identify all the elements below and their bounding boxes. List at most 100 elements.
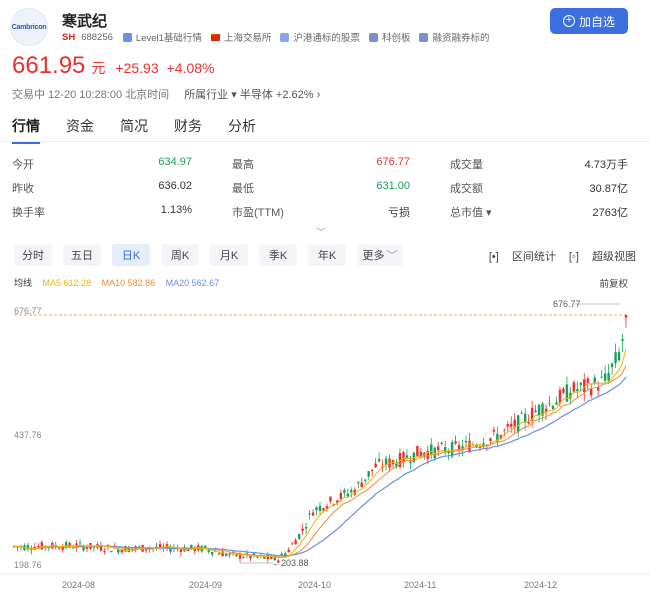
candle-down (617, 352, 621, 361)
tag-star-market[interactable]: 科创板 (368, 30, 410, 44)
ma-label: 均线 (14, 278, 33, 288)
candle-down (280, 553, 283, 556)
candle-down (357, 482, 360, 484)
stat-prev-close: 636.02 (158, 180, 192, 192)
min-arrow: ← (272, 558, 281, 568)
tab-capital[interactable]: 资金 (66, 116, 94, 144)
candle-down (364, 479, 367, 481)
candle-up (562, 388, 565, 393)
stat-turnover: 30.87亿 (589, 183, 628, 195)
candle-down (551, 405, 555, 409)
candle-down (207, 549, 210, 552)
period-5day[interactable]: 五日 (63, 244, 101, 266)
stat-label: 最高 (232, 159, 254, 171)
ma-legend: 均线 MA5 612.28 MA10 582.86 MA20 562.67 (14, 276, 227, 289)
stat-label-market-cap[interactable]: 总市值 ▾ (450, 204, 492, 220)
candle-up (249, 555, 252, 559)
candle-down (304, 526, 308, 529)
stat-label: 市盈(TTM) (232, 207, 284, 219)
period-intraday[interactable]: 分时 (14, 244, 52, 266)
candle-up (506, 424, 509, 427)
candle-up (120, 549, 123, 553)
period-yearly[interactable]: 年K (308, 244, 346, 266)
industry-link[interactable]: 所属行业 ▾ 半导体 +2.62% › (184, 89, 320, 101)
candle-down (621, 339, 624, 342)
tag-level1[interactable]: Level1基础行情 (122, 30, 202, 44)
tab-profile[interactable]: 简况 (120, 116, 148, 144)
stat-label: 换手率 (12, 207, 45, 219)
candle-up (311, 512, 315, 516)
ma20-line (13, 376, 627, 557)
range-stats-button[interactable]: [•] 区间统计 (489, 251, 556, 263)
x-label: 2024-10 (298, 580, 331, 590)
expand-chevron-icon[interactable]: ﹀ (316, 224, 326, 239)
candle-down (263, 557, 266, 559)
period-more[interactable]: 更多 ﹀ (357, 244, 403, 266)
candle-up (85, 547, 89, 549)
stats-row: 今开 634.97 最高 676.77 成交量 4.73万手 (12, 156, 630, 180)
candle-up (402, 452, 405, 463)
tab-finance[interactable]: 财务 (174, 116, 202, 144)
max-annotation: 676.77 (553, 299, 581, 309)
ma10-line (13, 365, 627, 558)
candle-group (12, 315, 628, 563)
candle-up (586, 378, 589, 384)
add-watchlist-button[interactable]: + 加自选 (550, 8, 628, 34)
candle-up (144, 549, 148, 551)
tag-hk-connect[interactable]: 沪港通标的股票 (280, 30, 360, 44)
candle-down (297, 534, 301, 539)
tab-analysis[interactable]: 分析 (228, 116, 256, 144)
candle-down (593, 377, 596, 384)
candle-up (242, 557, 245, 559)
candle-up (558, 389, 562, 404)
candle-up (360, 482, 363, 488)
candle-down (71, 547, 75, 549)
ma5-line (13, 348, 627, 559)
candle-down (430, 444, 433, 455)
period-quarterly[interactable]: 季K (259, 244, 297, 266)
adjust-mode[interactable]: 前复权 (599, 276, 628, 290)
candle-down (343, 490, 346, 493)
super-view-button[interactable]: [◦] 超级视图 (569, 251, 636, 263)
candle-down (367, 471, 370, 477)
period-selector: 分时 五日 日K 周K 月K 季K 年K 更多 ﹀ (14, 244, 414, 266)
stats-row: 昨收 636.02 最低 631.00 成交额 30.87亿 (12, 180, 630, 204)
candle-down (217, 553, 221, 555)
period-weekly[interactable]: 周K (161, 244, 199, 266)
stat-label: 成交额 (450, 183, 483, 195)
candle-up (503, 429, 506, 431)
candle-down (350, 490, 353, 493)
candle-up (370, 469, 374, 472)
candle-up (290, 543, 294, 545)
candle-up (40, 542, 44, 550)
candle-up (287, 549, 290, 552)
candle-up (520, 412, 523, 414)
candle-up (437, 446, 440, 451)
tab-quote[interactable]: 行情 (12, 116, 40, 144)
ma20-value: MA20 562.67 (165, 278, 220, 288)
candle-down (548, 402, 551, 404)
candle-up (416, 445, 419, 457)
plus-circle-icon: + (562, 15, 575, 27)
trade-status-row: 交易中 12-20 10:28:00 北京时间 所属行业 ▾ 半导体 +2.62… (12, 86, 320, 102)
price-change-pct: +4.08% (166, 60, 215, 76)
period-daily[interactable]: 日K (112, 244, 150, 266)
kline-chart[interactable]: 676.77 437.76 198.76 676.77 ←203.88 2024… (0, 290, 650, 595)
candle-up (179, 549, 183, 553)
candle-down (440, 442, 443, 444)
period-monthly[interactable]: 月K (210, 244, 248, 266)
star-market-icon (368, 32, 378, 42)
company-logo: Cambricon (10, 8, 48, 46)
tab-divider (0, 141, 650, 142)
x-label: 2024-09 (189, 580, 222, 590)
candle-down (346, 493, 350, 497)
candle-up (572, 382, 576, 392)
candle-down (603, 373, 607, 381)
candle-up (489, 438, 492, 442)
price-change: +25.93 (115, 60, 159, 76)
tag-margin[interactable]: 融资融券标的 (419, 30, 489, 44)
candle-up (510, 423, 513, 427)
ma10-value: MA10 582.86 (101, 278, 156, 288)
candle-up (301, 528, 304, 531)
tag-exchange[interactable]: 上海交易所 (210, 30, 271, 44)
